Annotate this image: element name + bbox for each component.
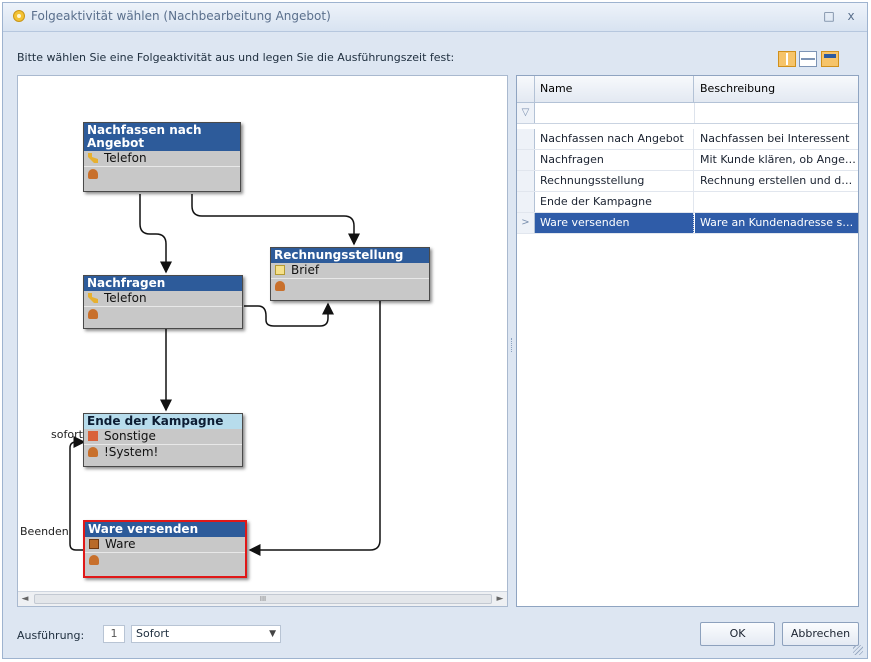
execution-label: Ausführung: bbox=[17, 629, 85, 642]
cell-description: Rechnung erstellen und dana... bbox=[700, 174, 858, 187]
cancel-button[interactable]: Abbrechen bbox=[782, 622, 859, 646]
other-activity-icon bbox=[88, 431, 98, 441]
column-header-name[interactable]: Name bbox=[535, 76, 694, 102]
restore-button[interactable]: □ bbox=[821, 8, 837, 24]
ok-button[interactable]: OK bbox=[700, 622, 775, 646]
close-button[interactable]: x bbox=[843, 8, 859, 24]
grid-row[interactable]: Nachfassen nach Angebot Nachfassen bei I… bbox=[517, 129, 858, 150]
connector-rechnung-ware bbox=[248, 298, 381, 556]
row-indicator bbox=[517, 171, 535, 191]
cell-description: Ware an Kundenadresse sen... bbox=[695, 213, 858, 233]
node-channel: Telefon bbox=[84, 291, 242, 307]
node-title: Rechnungsstellung bbox=[271, 248, 429, 263]
scroll-thumb[interactable]: III bbox=[34, 594, 492, 604]
execution-number-field[interactable]: 1 bbox=[103, 625, 125, 643]
scroll-right-icon[interactable]: ► bbox=[493, 592, 507, 606]
chevron-down-icon[interactable]: ▼ bbox=[269, 626, 276, 642]
grid-corner bbox=[517, 76, 535, 102]
user-icon bbox=[88, 309, 98, 319]
cell-description: Nachfassen bei Interessent bbox=[700, 132, 850, 145]
current-row-arrow-icon: > bbox=[517, 213, 535, 233]
workflow-diagram[interactable]: Nachfassen nach Angebot Telefon Rechnung… bbox=[17, 75, 508, 607]
node-user bbox=[85, 553, 245, 568]
node-channel: Sonstige bbox=[84, 429, 242, 445]
user-icon bbox=[88, 169, 98, 179]
connector-nachfassen-rechnung bbox=[191, 194, 360, 246]
node-title: Nachfragen bbox=[84, 276, 242, 291]
cell-name: Rechnungsstellung bbox=[535, 171, 694, 191]
layout-horizontal-split-icon[interactable] bbox=[799, 51, 817, 67]
user-icon bbox=[88, 447, 98, 457]
connector-nachfassen-nachfragen bbox=[139, 194, 172, 274]
grid-header: Name Beschreibung bbox=[517, 76, 858, 103]
grid-row[interactable]: Nachfragen Mit Kunde klären, ob Angebo..… bbox=[517, 150, 858, 171]
app-icon bbox=[13, 10, 25, 22]
row-indicator bbox=[517, 129, 535, 149]
user-icon bbox=[89, 555, 99, 565]
grid-row-selected[interactable]: > Ware versenden Ware an Kundenadresse s… bbox=[517, 213, 858, 234]
node-user: !System! bbox=[84, 445, 242, 460]
column-header-description[interactable]: Beschreibung bbox=[695, 76, 858, 102]
node-user bbox=[84, 167, 240, 182]
package-icon bbox=[89, 539, 99, 549]
node-nachfragen[interactable]: Nachfragen Telefon bbox=[83, 275, 243, 329]
cell-name: Nachfragen bbox=[535, 150, 694, 170]
filter-cell-name[interactable] bbox=[535, 103, 695, 123]
execution-combo[interactable]: Sofort ▼ bbox=[131, 625, 281, 643]
grid-row[interactable]: Ende der Kampagne bbox=[517, 192, 858, 213]
node-channel: Ware bbox=[85, 537, 245, 553]
node-title: Ware versenden bbox=[85, 522, 245, 537]
filter-icon: ▽ bbox=[517, 103, 535, 123]
node-ware-versenden[interactable]: Ware versenden Ware bbox=[83, 520, 247, 578]
label-sofort: sofort bbox=[51, 428, 83, 441]
connector-ware-ende bbox=[69, 436, 86, 551]
row-indicator bbox=[517, 192, 535, 212]
connector-nachfragen-rechnung bbox=[244, 302, 334, 327]
resize-grip-icon[interactable] bbox=[853, 645, 863, 655]
title-bar: Folgeaktivität wählen (Nachbearbeitung A… bbox=[3, 3, 867, 32]
cell-name: Ende der Kampagne bbox=[535, 192, 694, 212]
letter-icon bbox=[275, 265, 285, 275]
window-title: Folgeaktivität wählen (Nachbearbeitung A… bbox=[31, 9, 331, 23]
grid-row[interactable]: Rechnungsstellung Rechnung erstellen und… bbox=[517, 171, 858, 192]
filter-row[interactable]: ▽ bbox=[517, 103, 858, 124]
row-indicator bbox=[517, 150, 535, 170]
node-title: Nachfassen nach Angebot bbox=[84, 123, 240, 151]
node-user bbox=[271, 279, 429, 294]
node-nachfassen-nach-angebot[interactable]: Nachfassen nach Angebot Telefon bbox=[83, 122, 241, 192]
label-beenden: Beenden bbox=[20, 525, 69, 538]
horizontal-scrollbar[interactable]: ◄ III ► bbox=[18, 591, 507, 606]
layout-vertical-split-icon[interactable] bbox=[778, 51, 796, 67]
node-user bbox=[84, 307, 242, 322]
telephone-icon bbox=[88, 153, 98, 163]
activity-grid: Name Beschreibung ▽ Nachfassen nach Ange… bbox=[516, 75, 859, 607]
node-channel: Telefon bbox=[84, 151, 240, 167]
splitter-handle[interactable] bbox=[511, 338, 514, 352]
cell-name: Ware versenden bbox=[535, 213, 694, 233]
layout-grid-only-icon[interactable] bbox=[821, 51, 839, 67]
node-ende-der-kampagne[interactable]: Ende der Kampagne Sonstige !System! bbox=[83, 413, 243, 467]
execution-combo-value: Sofort bbox=[136, 627, 170, 640]
cell-description: Mit Kunde klären, ob Angebo... bbox=[700, 153, 858, 166]
instruction-text: Bitte wählen Sie eine Folgeaktivität aus… bbox=[17, 51, 455, 64]
node-title: Ende der Kampagne bbox=[84, 414, 242, 429]
scroll-left-icon[interactable]: ◄ bbox=[18, 592, 32, 606]
node-rechnungsstellung[interactable]: Rechnungsstellung Brief bbox=[270, 247, 430, 301]
user-icon bbox=[275, 281, 285, 291]
node-channel: Brief bbox=[271, 263, 429, 279]
cell-name: Nachfassen nach Angebot bbox=[535, 129, 694, 149]
dialog-window: Folgeaktivität wählen (Nachbearbeitung A… bbox=[2, 2, 868, 659]
cell-description bbox=[695, 192, 858, 212]
telephone-icon bbox=[88, 293, 98, 303]
